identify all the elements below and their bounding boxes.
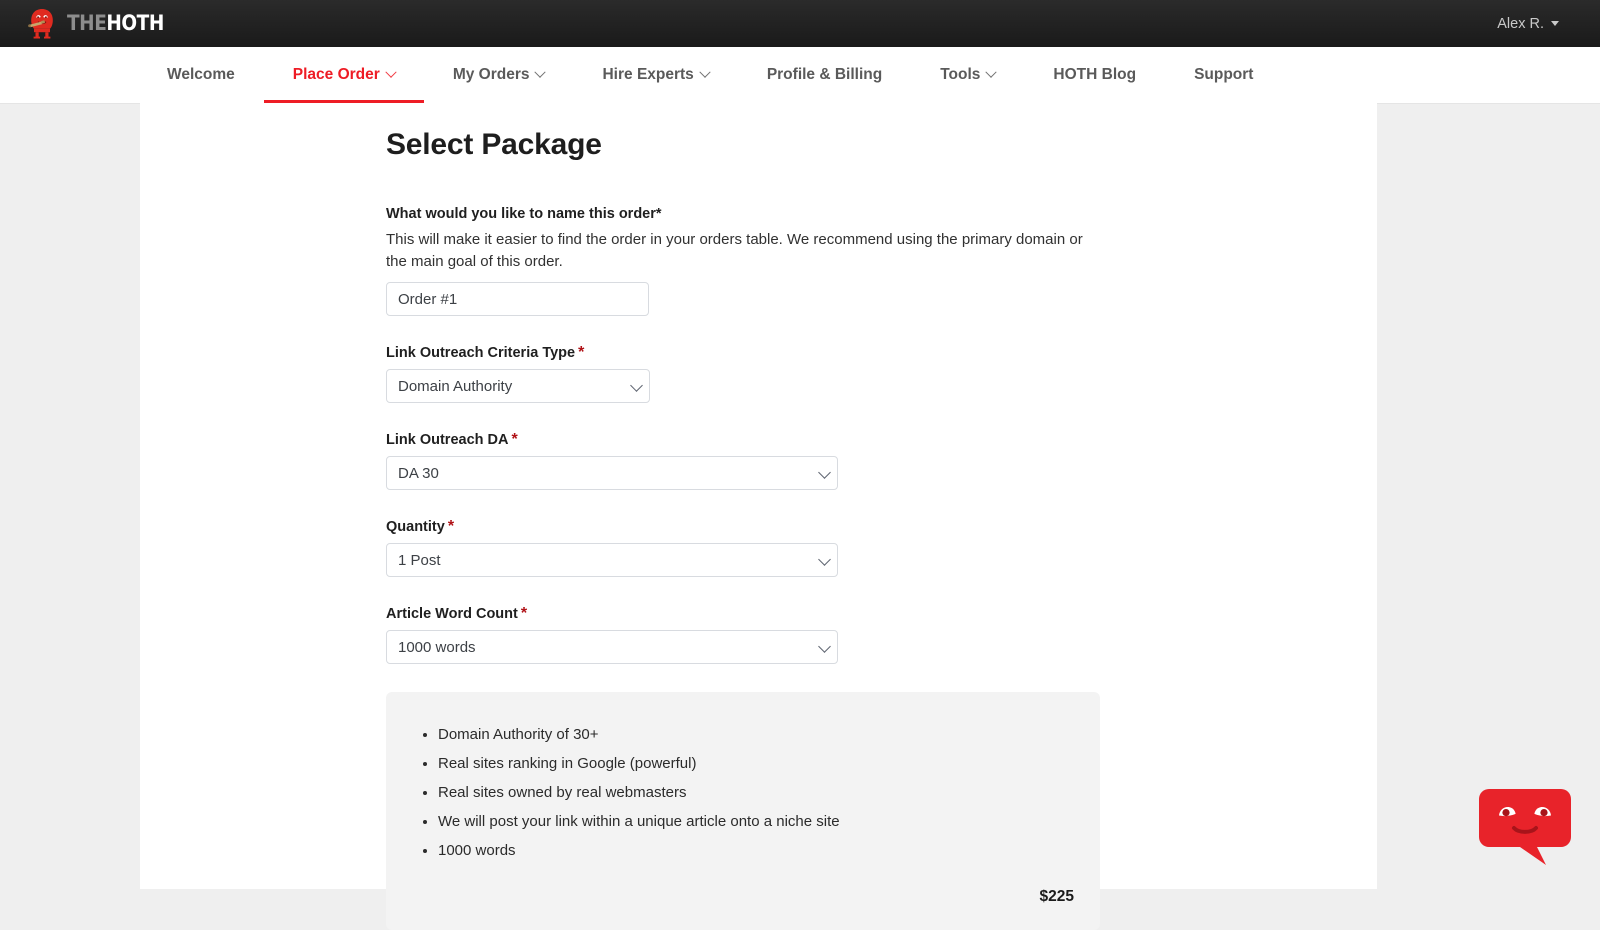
chat-bubble-mascot-icon [1478, 854, 1572, 871]
field-order-name: What would you like to name this order* … [386, 206, 1377, 316]
nav-item-my-orders[interactable]: My Orders [424, 47, 574, 103]
outreach-da-select[interactable]: DA 30 [386, 456, 838, 490]
list-item: 1000 words [438, 840, 1074, 863]
quantity-select-wrap: 1 Post [386, 543, 1377, 577]
list-item: Real sites owned by real webmasters [438, 782, 1074, 805]
word-count-select[interactable]: 1000 words [386, 630, 838, 664]
nav-item-hire-experts[interactable]: Hire Experts [573, 47, 737, 103]
nav-label: Welcome [167, 66, 235, 84]
chevron-down-icon [699, 67, 710, 78]
brand-logo[interactable]: THEHOTH [25, 7, 177, 40]
word-count-label: Article Word Count* [386, 605, 1377, 623]
criteria-type-select-wrap: Domain Authority [386, 369, 1377, 403]
nav-label: Profile & Billing [767, 66, 882, 84]
field-quantity: Quantity* 1 Post [386, 518, 1377, 577]
quantity-label: Quantity* [386, 518, 1377, 536]
caret-down-icon [1551, 21, 1559, 26]
order-name-label: What would you like to name this order* [386, 206, 1377, 222]
chat-widget-button[interactable] [1478, 783, 1572, 867]
wordmark-hoth: HOTH [106, 11, 163, 35]
user-menu[interactable]: Alex R. [1497, 16, 1576, 32]
hoth-mascot-icon [25, 7, 59, 40]
package-summary-box: Domain Authority of 30+ Real sites ranki… [386, 692, 1100, 930]
nav-item-hoth-blog[interactable]: HOTH Blog [1024, 47, 1165, 103]
list-item: Real sites ranking in Google (powerful) [438, 753, 1074, 776]
nav-label: My Orders [453, 66, 530, 84]
criteria-type-label: Link Outreach Criteria Type* [386, 344, 1377, 362]
field-criteria-type: Link Outreach Criteria Type* Domain Auth… [386, 344, 1377, 403]
top-bar: THEHOTH Alex R. [0, 0, 1600, 47]
order-form: Select Package What would you like to na… [140, 103, 1377, 930]
list-item: We will post your link within a unique a… [438, 811, 1074, 834]
nav-label: HOTH Blog [1053, 66, 1136, 84]
word-count-label-text: Article Word Count [386, 606, 518, 622]
list-item: Domain Authority of 30+ [438, 724, 1074, 747]
chevron-down-icon [385, 67, 396, 78]
wordmark-the: THE [67, 11, 106, 35]
page-title: Select Package [386, 128, 1377, 162]
user-menu-label: Alex R. [1497, 16, 1544, 32]
field-outreach-da: Link Outreach DA* DA 30 [386, 431, 1377, 490]
outreach-da-label: Link Outreach DA* [386, 431, 1377, 449]
chevron-down-icon [535, 67, 546, 78]
package-price: $225 [1040, 888, 1074, 906]
order-name-help: This will make it easier to find the ord… [386, 229, 1098, 273]
nav-item-tools[interactable]: Tools [911, 47, 1024, 103]
nav-label: Tools [940, 66, 980, 84]
wordmark: THEHOTH [67, 13, 164, 34]
spacer [386, 316, 1377, 344]
word-count-select-wrap: 1000 words [386, 630, 1377, 664]
nav-item-place-order[interactable]: Place Order [264, 47, 424, 103]
chevron-down-icon [986, 67, 997, 78]
nav-label: Place Order [293, 66, 380, 84]
nav-item-profile-billing[interactable]: Profile & Billing [738, 47, 911, 103]
content-panel: Select Package What would you like to na… [140, 103, 1377, 889]
criteria-type-label-text: Link Outreach Criteria Type [386, 345, 575, 361]
main-navigation: Welcome Place Order My Orders Hire Exper… [0, 47, 1600, 103]
outreach-da-select-wrap: DA 30 [386, 456, 1377, 490]
nav-label: Support [1194, 66, 1253, 84]
required-marker: * [448, 518, 454, 535]
nav-item-support[interactable]: Support [1165, 47, 1282, 103]
quantity-label-text: Quantity [386, 519, 445, 535]
field-word-count: Article Word Count* 1000 words [386, 605, 1377, 664]
criteria-type-select[interactable]: Domain Authority [386, 369, 650, 403]
order-name-input[interactable] [386, 282, 649, 316]
package-feature-list: Domain Authority of 30+ Real sites ranki… [412, 724, 1074, 862]
quantity-select[interactable]: 1 Post [386, 543, 838, 577]
required-marker: * [511, 431, 517, 448]
nav-label: Hire Experts [602, 66, 693, 84]
required-marker: * [578, 344, 584, 361]
nav-item-welcome[interactable]: Welcome [138, 47, 264, 103]
required-marker: * [521, 605, 527, 622]
outreach-da-label-text: Link Outreach DA [386, 432, 508, 448]
